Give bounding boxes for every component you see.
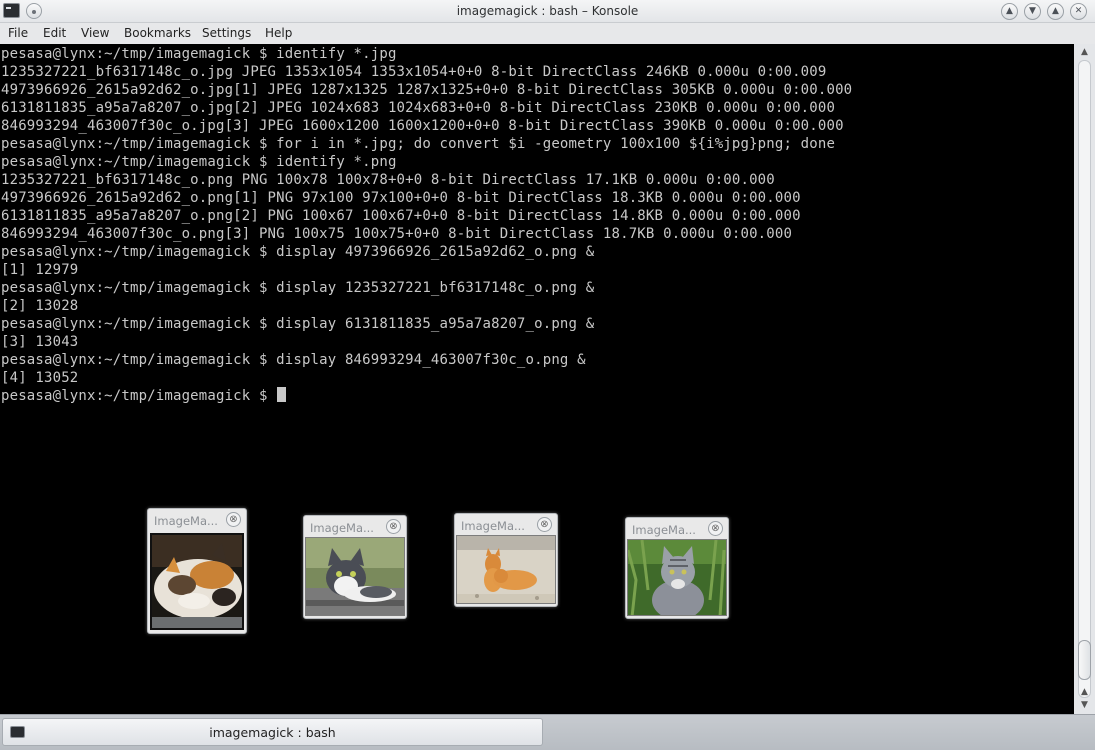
taskbar: imagemagick : bash: [0, 714, 1095, 750]
close-button[interactable]: ✕: [1070, 3, 1087, 20]
cat-photo-calico-sleeping: [150, 533, 244, 630]
terminal-line: 6131811835_a95a7a8207_o.png[2] PNG 100x6…: [1, 208, 801, 224]
image-window-title: ImageMa...: [632, 523, 696, 537]
window-title: imagemagick : bash – Konsole: [456, 4, 639, 18]
terminal-line: pesasa@lynx:~/tmp/imagemagick $ identify…: [1, 46, 397, 62]
terminal-line: [2] 13028: [1, 298, 79, 314]
taskbar-task-label: imagemagick : bash: [209, 725, 336, 740]
terminal-line: pesasa@lynx:~/tmp/imagemagick $ for i in…: [1, 136, 836, 152]
imagemagick-display-window[interactable]: ImageMa... ⊗: [147, 508, 247, 634]
terminal-line: pesasa@lynx:~/tmp/imagemagick $ display …: [1, 244, 595, 260]
terminal-line: [1] 12979: [1, 262, 79, 278]
chevron-down-icon: ▼: [1029, 6, 1036, 16]
terminal-line: 846993294_463007f30c_o.jpg[3] JPEG 1600x…: [1, 118, 844, 134]
double-chevron-up-icon: ▲: [1006, 6, 1013, 16]
menu-help[interactable]: Help: [265, 26, 292, 40]
terminal-line: 846993294_463007f30c_o.png[3] PNG 100x75…: [1, 226, 793, 242]
terminal-prompt-line[interactable]: pesasa@lynx:~/tmp/imagemagick $: [1, 387, 852, 405]
menu-bar: File Edit View Bookmarks Settings Help: [0, 23, 1095, 44]
terminal-line: 1235327221_bf6317148c_o.png PNG 100x78 1…: [1, 172, 775, 188]
image-window-close-button[interactable]: ⊗: [226, 512, 241, 527]
image-window-close-button[interactable]: ⊗: [708, 521, 723, 536]
terminal-line: 4973966926_2615a92d62_o.jpg[1] JPEG 1287…: [1, 82, 853, 98]
image-window-close-button[interactable]: ⊗: [386, 519, 401, 534]
menu-view[interactable]: View: [81, 26, 109, 40]
imagemagick-display-window[interactable]: ImageMa... ⊗: [625, 517, 729, 619]
chevron-up-icon: ▲: [1052, 6, 1059, 16]
cat-photo-orange-kittens-graphic: [457, 536, 555, 603]
imagemagick-display-window[interactable]: ImageMa... ⊗: [303, 515, 407, 619]
scrollbar-thumb[interactable]: [1078, 640, 1091, 680]
image-window-title: ImageMa...: [461, 519, 525, 533]
terminal-line: [3] 13043: [1, 334, 79, 350]
terminal-line: pesasa@lynx:~/tmp/imagemagick $ identify…: [1, 154, 397, 170]
terminal-output: pesasa@lynx:~/tmp/imagemagick $ identify…: [1, 45, 852, 405]
terminal-prompt: pesasa@lynx:~/tmp/imagemagick $: [1, 388, 277, 404]
menu-bookmarks[interactable]: Bookmarks: [124, 26, 191, 40]
scroll-down-arrow-icon[interactable]: ▼: [1077, 699, 1092, 711]
konsole-window: imagemagick : bash – Konsole ▲ ▼ ▲ ✕ Fil…: [0, 0, 1095, 750]
cat-photo-grey-tabby-graphic: [628, 540, 726, 615]
image-window-title: ImageMa...: [310, 521, 374, 535]
terminal-line: pesasa@lynx:~/tmp/imagemagick $ display …: [1, 280, 595, 296]
vertical-scrollbar[interactable]: ▲ ▲ ▼: [1074, 44, 1095, 714]
terminal-line: pesasa@lynx:~/tmp/imagemagick $ display …: [1, 352, 586, 368]
scroll-up-arrow-icon[interactable]: ▲: [1077, 46, 1092, 58]
terminal-line: 6131811835_a95a7a8207_o.jpg[2] JPEG 1024…: [1, 100, 836, 116]
cat-photo-grey-white: [305, 537, 405, 616]
keep-above-button[interactable]: ▲: [1001, 3, 1018, 20]
image-window-close-button[interactable]: ⊗: [537, 517, 552, 532]
menu-settings[interactable]: Settings: [202, 26, 251, 40]
image-window-title: ImageMa...: [154, 514, 218, 528]
cat-photo-calico-graphic: [152, 535, 242, 628]
close-icon: ✕: [1074, 6, 1083, 16]
terminal-line: [4] 13052: [1, 370, 79, 386]
terminal-line: pesasa@lynx:~/tmp/imagemagick $ display …: [1, 316, 595, 332]
minimize-button[interactable]: ▼: [1024, 3, 1041, 20]
imagemagick-display-window[interactable]: ImageMa... ⊗: [454, 513, 558, 607]
cat-photo-grey-tabby-grass: [627, 539, 727, 616]
terminal-line: 1235327221_bf6317148c_o.jpg JPEG 1353x10…: [1, 64, 827, 80]
scrollbar-track[interactable]: [1078, 60, 1091, 698]
cat-photo-orange-kittens: [456, 535, 556, 604]
menu-edit[interactable]: Edit: [43, 26, 66, 40]
terminal-line: 4973966926_2615a92d62_o.png[1] PNG 97x10…: [1, 190, 801, 206]
cat-photo-grey-white-graphic: [306, 538, 404, 615]
maximize-button[interactable]: ▲: [1047, 3, 1064, 20]
taskbar-task-konsole[interactable]: imagemagick : bash: [2, 718, 543, 746]
scroll-down-arrow-icon[interactable]: ▲: [1077, 686, 1092, 698]
title-bar[interactable]: imagemagick : bash – Konsole ▲ ▼ ▲ ✕: [0, 0, 1095, 23]
menu-file[interactable]: File: [8, 26, 28, 40]
text-cursor: [277, 387, 287, 402]
